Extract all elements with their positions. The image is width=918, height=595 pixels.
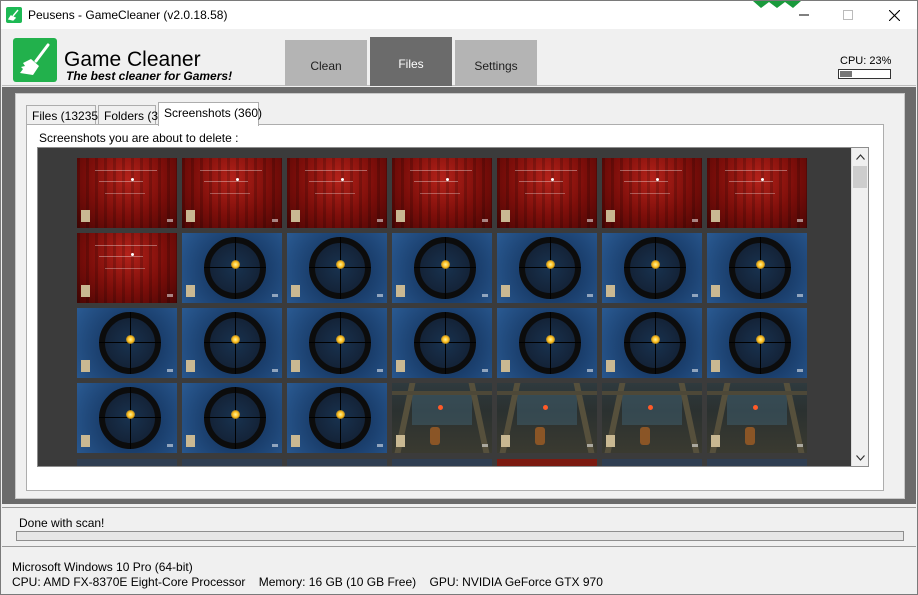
screenshot-list[interactable] bbox=[37, 147, 869, 467]
vertical-scrollbar[interactable] bbox=[851, 148, 868, 466]
status-bar: Done with scan! bbox=[2, 507, 916, 547]
cpu-usage-fill bbox=[840, 71, 852, 77]
logo-icon bbox=[13, 38, 57, 82]
thumbnail[interactable] bbox=[392, 459, 492, 466]
maximize-button bbox=[825, 1, 871, 29]
thumbnail[interactable] bbox=[497, 459, 597, 466]
thumbnail[interactable] bbox=[602, 459, 702, 466]
brand-tagline: The best cleaner for Gamers! bbox=[66, 69, 233, 83]
close-icon bbox=[888, 9, 900, 21]
thumbnail-grid bbox=[77, 158, 807, 453]
screenshot-thumbnail[interactable] bbox=[287, 233, 387, 303]
screenshot-thumbnail[interactable] bbox=[392, 233, 492, 303]
screenshot-thumbnail[interactable] bbox=[602, 308, 702, 378]
thumbnail[interactable] bbox=[707, 459, 807, 466]
scroll-up-button[interactable] bbox=[852, 148, 868, 165]
thumbnail[interactable] bbox=[77, 459, 177, 466]
tab-clean[interactable]: Clean bbox=[285, 40, 367, 86]
cpu-usage-bar bbox=[838, 69, 891, 79]
screenshot-thumbnail[interactable] bbox=[182, 233, 282, 303]
window-title: Peusens - GameCleaner (v2.0.18.58) bbox=[28, 8, 228, 22]
subtab-files[interactable]: Files (13235) bbox=[26, 105, 102, 125]
screenshot-thumbnail[interactable] bbox=[497, 233, 597, 303]
screenshot-thumbnail[interactable] bbox=[602, 233, 702, 303]
thumbnail-row-partial bbox=[77, 459, 807, 466]
screenshot-thumbnail[interactable] bbox=[182, 383, 282, 453]
screenshot-thumbnail[interactable] bbox=[497, 383, 597, 453]
chevron-down-icon bbox=[855, 454, 865, 461]
tab-files[interactable]: Files bbox=[370, 37, 452, 86]
app-window: Peusens - GameCleaner (v2.0.18.58) Game … bbox=[0, 0, 918, 595]
screenshot-thumbnail[interactable] bbox=[392, 308, 492, 378]
chevron-up-icon bbox=[855, 153, 865, 160]
screenshots-label: Screenshots you are about to delete : bbox=[39, 131, 239, 145]
screenshot-thumbnail[interactable] bbox=[707, 383, 807, 453]
cpu-usage-label: CPU: 23% bbox=[840, 55, 892, 67]
thumbnail[interactable] bbox=[182, 459, 282, 466]
title-bar[interactable]: Peusens - GameCleaner (v2.0.18.58) bbox=[1, 1, 917, 29]
screenshot-thumbnail[interactable] bbox=[287, 308, 387, 378]
screenshot-thumbnail[interactable] bbox=[707, 233, 807, 303]
screenshot-thumbnail[interactable] bbox=[182, 158, 282, 228]
status-text: Done with scan! bbox=[19, 516, 105, 530]
screenshot-thumbnail[interactable] bbox=[287, 383, 387, 453]
hardware-info: CPU: AMD FX-8370E Eight-Core Processor M… bbox=[12, 575, 613, 589]
screenshot-thumbnail[interactable] bbox=[77, 233, 177, 303]
close-button[interactable] bbox=[871, 1, 917, 29]
gpu-info: GPU: NVIDIA GeForce GTX 970 bbox=[429, 575, 603, 589]
crown-icon bbox=[753, 1, 803, 8]
screenshot-thumbnail[interactable] bbox=[602, 383, 702, 453]
broom-icon bbox=[6, 7, 22, 23]
main-area: Files (13235) Folders (3) Screenshots (3… bbox=[2, 87, 916, 504]
screenshot-thumbnail[interactable] bbox=[77, 158, 177, 228]
maximize-icon bbox=[843, 10, 853, 20]
screenshot-thumbnail[interactable] bbox=[707, 158, 807, 228]
screenshot-thumbnail[interactable] bbox=[287, 158, 387, 228]
subtab-screenshots[interactable]: Screenshots (360) bbox=[158, 102, 262, 126]
minimize-icon bbox=[799, 14, 809, 16]
tab-settings[interactable]: Settings bbox=[455, 40, 537, 86]
screenshots-tabpage: Screenshots you are about to delete : bbox=[26, 124, 884, 491]
screenshot-thumbnail[interactable] bbox=[602, 158, 702, 228]
memory-info: Memory: 16 GB (10 GB Free) bbox=[258, 575, 417, 589]
scan-progress-bar bbox=[16, 531, 904, 541]
files-panel: Files (13235) Folders (3) Screenshots (3… bbox=[15, 93, 905, 499]
screenshot-thumbnail[interactable] bbox=[707, 308, 807, 378]
thumbnail[interactable] bbox=[287, 459, 387, 466]
app-header: Game Cleaner The best cleaner for Gamers… bbox=[2, 29, 916, 86]
scrollbar-thumb[interactable] bbox=[853, 166, 867, 188]
cpu-info: CPU: AMD FX-8370E Eight-Core Processor bbox=[12, 575, 246, 589]
screenshot-thumbnail[interactable] bbox=[497, 308, 597, 378]
screenshot-thumbnail[interactable] bbox=[392, 158, 492, 228]
subtab-folders[interactable]: Folders (3) bbox=[98, 105, 162, 125]
system-info: Microsoft Windows 10 Pro (64-bit) CPU: A… bbox=[2, 550, 916, 594]
screenshot-thumbnail[interactable] bbox=[497, 158, 597, 228]
os-info: Microsoft Windows 10 Pro (64-bit) bbox=[12, 560, 193, 574]
screenshot-thumbnail[interactable] bbox=[77, 383, 177, 453]
scroll-down-button[interactable] bbox=[852, 449, 868, 466]
screenshot-thumbnail[interactable] bbox=[77, 308, 177, 378]
screenshot-thumbnail[interactable] bbox=[392, 383, 492, 453]
screenshot-thumbnail[interactable] bbox=[182, 308, 282, 378]
